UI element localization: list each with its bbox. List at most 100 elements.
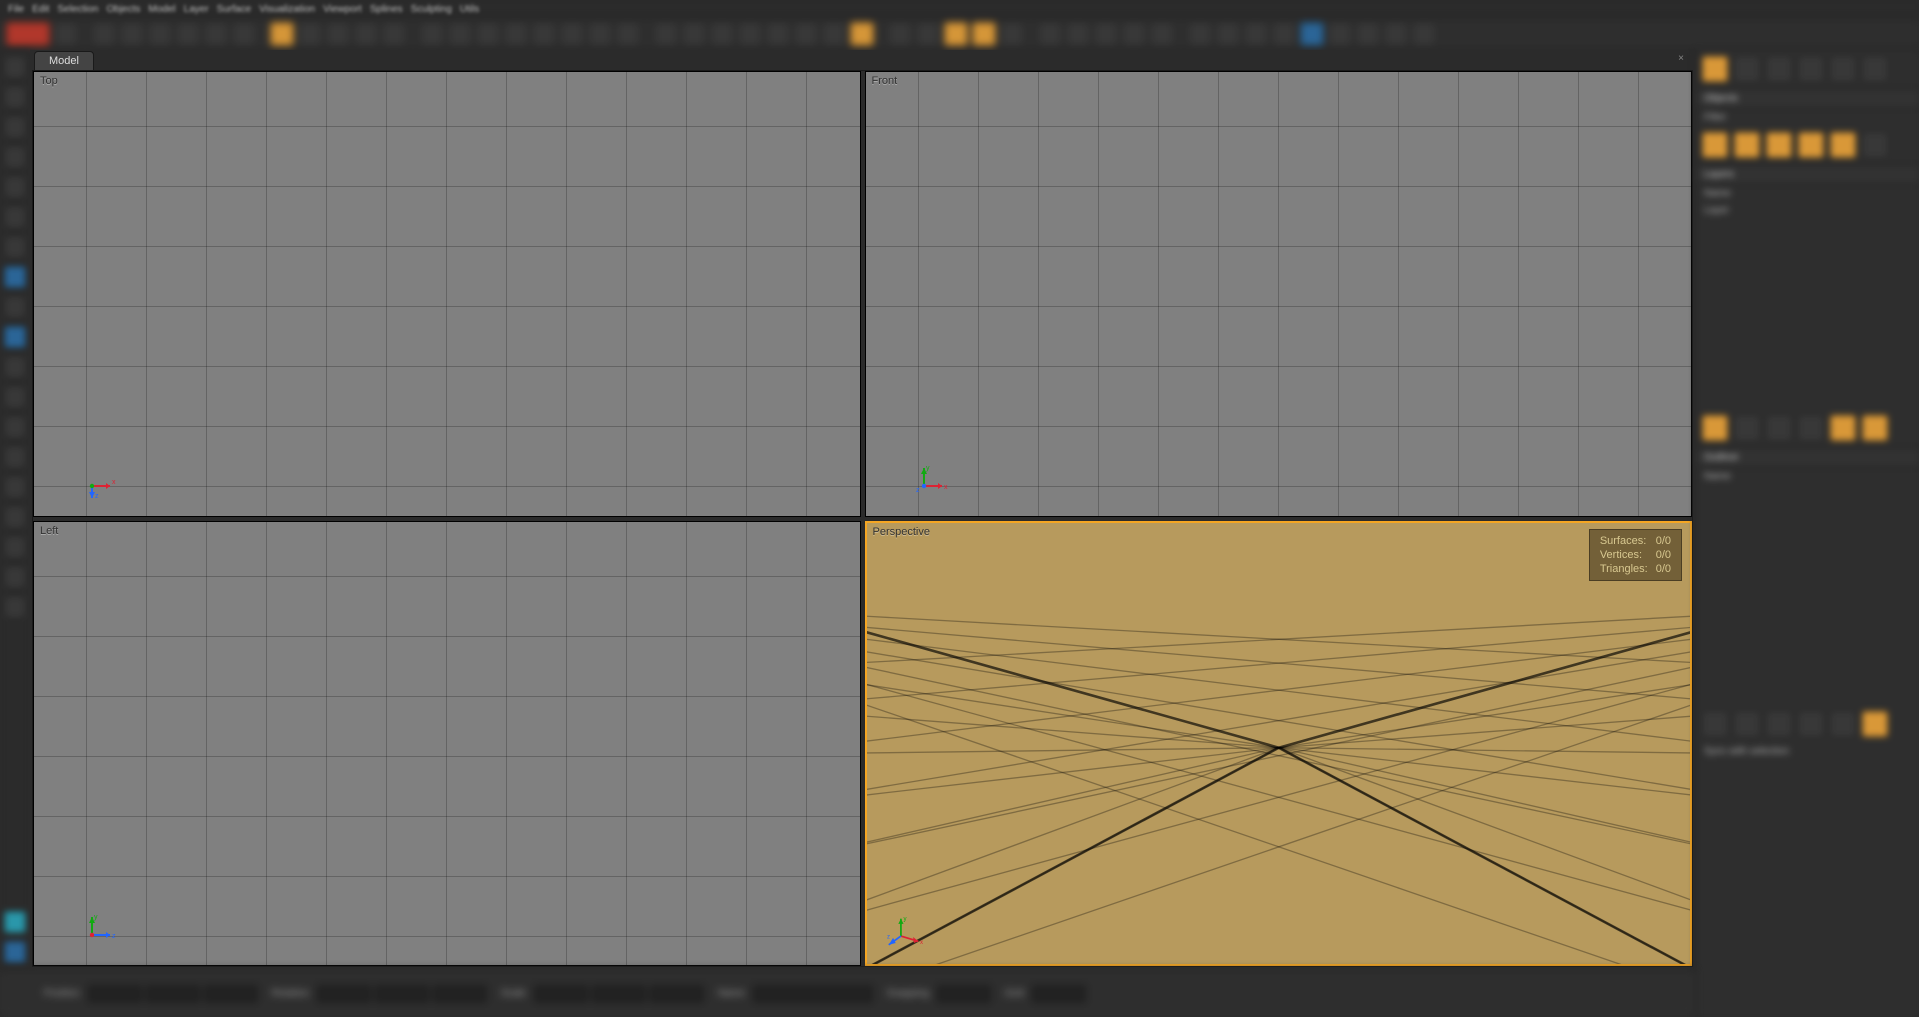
scale-y-field[interactable] xyxy=(592,985,646,1003)
tool-button[interactable] xyxy=(4,176,26,198)
toolbar-button[interactable] xyxy=(326,22,350,46)
toolbar-button[interactable] xyxy=(1122,22,1146,46)
toolbar-button[interactable] xyxy=(1384,22,1408,46)
tool-button[interactable] xyxy=(4,296,26,318)
toolbar-button[interactable] xyxy=(1094,22,1118,46)
toolbar-button[interactable] xyxy=(1328,22,1352,46)
toolbar-button[interactable] xyxy=(822,22,846,46)
viewport-top[interactable]: Top x z xyxy=(33,71,861,517)
toolbar-button[interactable] xyxy=(120,22,144,46)
toolbar-button[interactable] xyxy=(794,22,818,46)
tool-button[interactable] xyxy=(4,266,26,288)
tool-button[interactable] xyxy=(4,941,26,963)
toolbar-button[interactable] xyxy=(738,22,762,46)
panel-icon[interactable] xyxy=(1862,415,1888,441)
menu-item[interactable]: Selection xyxy=(57,4,98,15)
viewport-perspective[interactable]: Perspective xyxy=(865,521,1693,967)
position-x-field[interactable] xyxy=(88,985,142,1003)
app-button[interactable] xyxy=(6,22,50,46)
toolbar-button[interactable] xyxy=(1412,22,1436,46)
tool-button[interactable] xyxy=(4,236,26,258)
tool-button[interactable] xyxy=(4,911,26,933)
toolbar-button[interactable] xyxy=(710,22,734,46)
layer-row[interactable]: Layer xyxy=(1696,202,1919,219)
rotation-z-field[interactable] xyxy=(433,985,487,1003)
rotation-y-field[interactable] xyxy=(375,985,429,1003)
close-icon[interactable]: × xyxy=(1675,53,1687,65)
panel-icon[interactable] xyxy=(1734,711,1760,737)
toolbar-button[interactable] xyxy=(850,22,874,46)
panel-icon[interactable] xyxy=(1734,132,1760,158)
position-y-field[interactable] xyxy=(146,985,200,1003)
menu-item[interactable]: Utils xyxy=(460,4,479,15)
tool-button[interactable] xyxy=(4,416,26,438)
toolbar-button[interactable] xyxy=(270,22,294,46)
toolbar-button[interactable] xyxy=(148,22,172,46)
panel-icon[interactable] xyxy=(1830,711,1856,737)
panel-icon[interactable] xyxy=(1766,56,1792,82)
toolbar-button[interactable] xyxy=(944,22,968,46)
viewport-left[interactable]: Left z y xyxy=(33,521,861,967)
scale-x-field[interactable] xyxy=(534,985,588,1003)
tool-button[interactable] xyxy=(4,146,26,168)
panel-icon[interactable] xyxy=(1734,56,1760,82)
toolbar-button[interactable] xyxy=(476,22,500,46)
toolbar-button[interactable] xyxy=(420,22,444,46)
scale-z-field[interactable] xyxy=(650,985,704,1003)
snapping-field[interactable] xyxy=(937,985,991,1003)
toolbar-button[interactable] xyxy=(204,22,228,46)
toolbar-button[interactable] xyxy=(54,22,78,46)
tool-button[interactable] xyxy=(4,596,26,618)
panel-icon[interactable] xyxy=(1830,132,1856,158)
viewport-front[interactable]: Front x y z xyxy=(865,71,1693,517)
panel-icon[interactable] xyxy=(1734,415,1760,441)
toolbar-button[interactable] xyxy=(1038,22,1062,46)
panel-icon[interactable] xyxy=(1766,132,1792,158)
tool-button[interactable] xyxy=(4,206,26,228)
tab-model[interactable]: Model xyxy=(34,51,94,70)
tool-button[interactable] xyxy=(4,386,26,408)
panel-icon[interactable] xyxy=(1702,56,1728,82)
rotation-x-field[interactable] xyxy=(317,985,371,1003)
menu-item[interactable]: Splines xyxy=(370,4,403,15)
position-z-field[interactable] xyxy=(204,985,258,1003)
toolbar-button[interactable] xyxy=(1272,22,1296,46)
panel-icon[interactable] xyxy=(1702,415,1728,441)
menu-item[interactable]: Viewport xyxy=(323,4,362,15)
menu-item[interactable]: Objects xyxy=(107,4,141,15)
toolbar-button[interactable] xyxy=(1244,22,1268,46)
toolbar-button[interactable] xyxy=(654,22,678,46)
tool-button[interactable] xyxy=(4,536,26,558)
toolbar-button[interactable] xyxy=(504,22,528,46)
tool-button[interactable] xyxy=(4,446,26,468)
menu-item[interactable]: Edit xyxy=(32,4,49,15)
tool-button[interactable] xyxy=(4,476,26,498)
panel-icon[interactable] xyxy=(1830,56,1856,82)
panel-icon[interactable] xyxy=(1766,711,1792,737)
panel-icon[interactable] xyxy=(1766,415,1792,441)
tool-button[interactable] xyxy=(4,86,26,108)
toolbar-button[interactable] xyxy=(1356,22,1380,46)
toolbar-button[interactable] xyxy=(1066,22,1090,46)
toolbar-button[interactable] xyxy=(382,22,406,46)
menu-item[interactable]: Sculpting xyxy=(411,4,452,15)
panel-icon[interactable] xyxy=(1702,711,1728,737)
toolbar-button[interactable] xyxy=(176,22,200,46)
toolbar-button[interactable] xyxy=(354,22,378,46)
name-field[interactable] xyxy=(753,985,873,1003)
toolbar-button[interactable] xyxy=(92,22,116,46)
menu-bar[interactable]: File Edit Selection Objects Model Layer … xyxy=(0,0,1919,18)
toolbar-button[interactable] xyxy=(888,22,912,46)
menu-item[interactable]: File xyxy=(8,4,24,15)
panel-icon[interactable] xyxy=(1798,415,1824,441)
toolbar-button[interactable] xyxy=(972,22,996,46)
panel-icon[interactable] xyxy=(1798,56,1824,82)
toolbar-button[interactable] xyxy=(682,22,706,46)
toolbar-button[interactable] xyxy=(560,22,584,46)
toolbar-button[interactable] xyxy=(1188,22,1212,46)
panel-icon[interactable] xyxy=(1862,132,1888,158)
toolbar-button[interactable] xyxy=(588,22,612,46)
panel-icon[interactable] xyxy=(1798,711,1824,737)
toolbar-button[interactable] xyxy=(616,22,640,46)
menu-item[interactable]: Model xyxy=(148,4,175,15)
